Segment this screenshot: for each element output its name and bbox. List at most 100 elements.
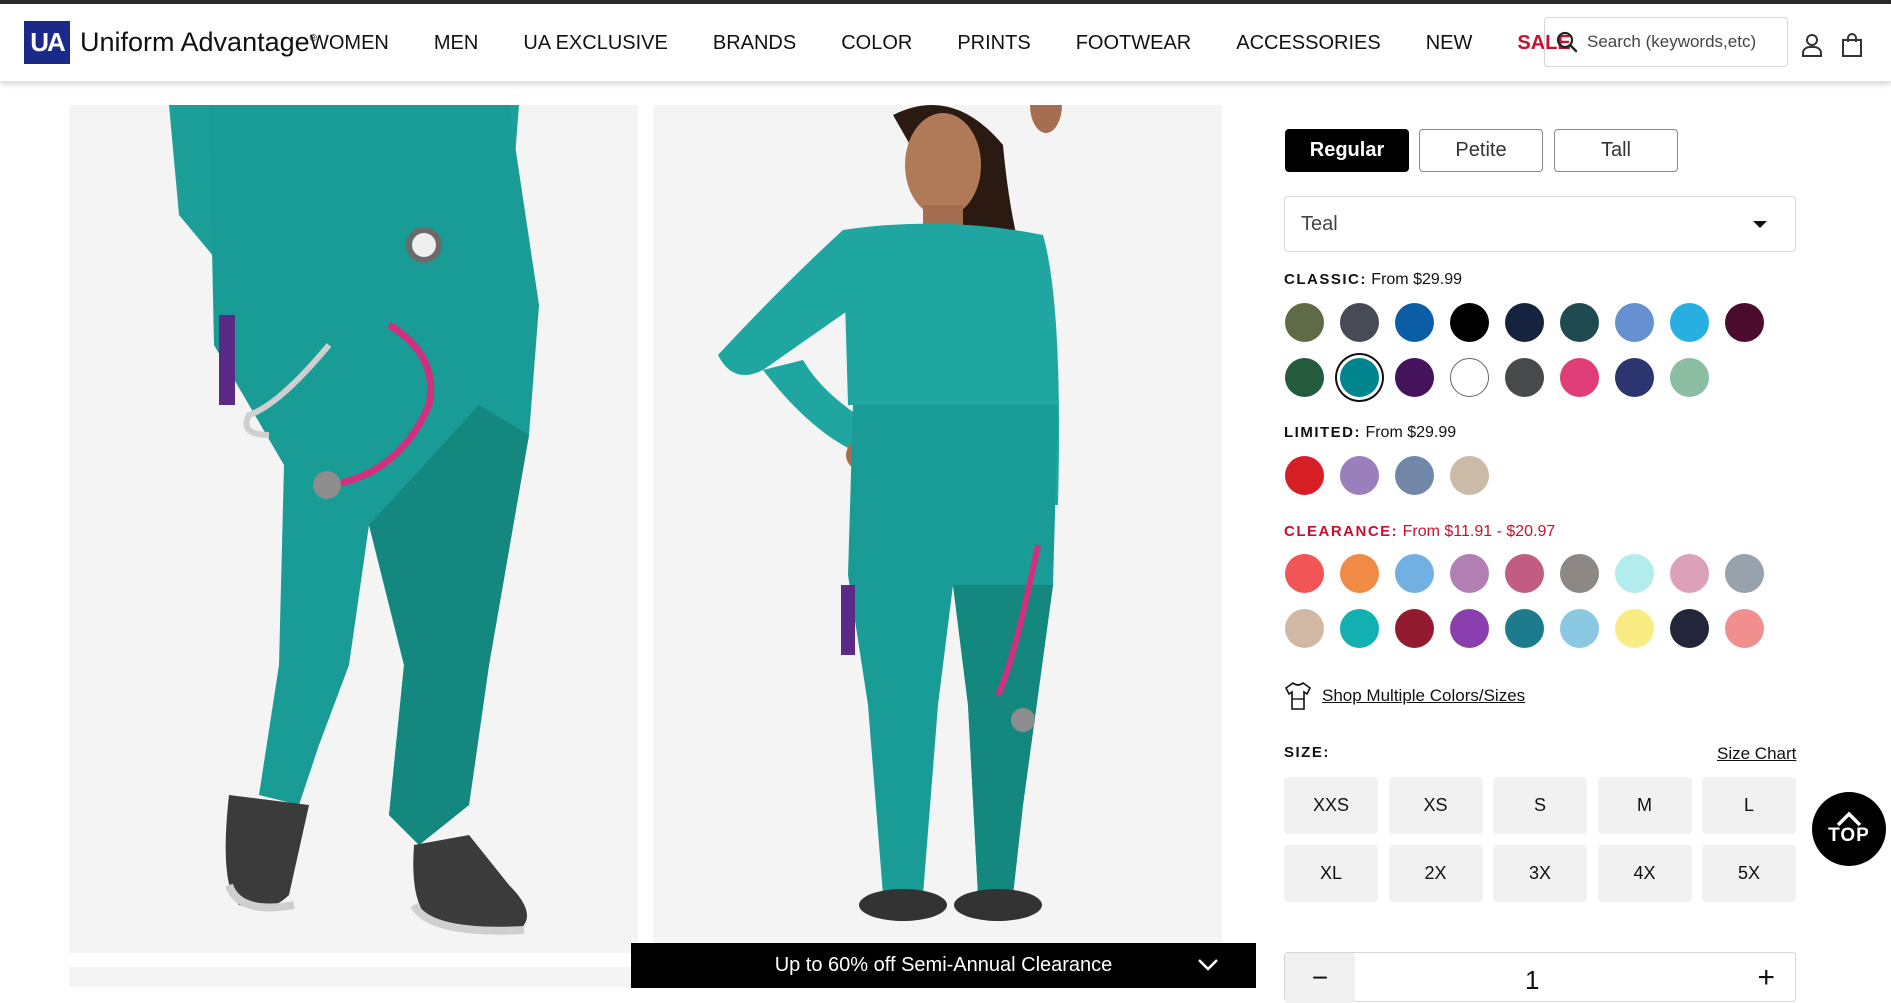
quantity-plus-button[interactable]: + [1757, 961, 1775, 995]
limited-label: LIMITED: From $29.99 [1284, 424, 1456, 442]
size-option-4x[interactable]: 4X [1597, 845, 1692, 902]
clearance-color-swatch[interactable] [1285, 609, 1324, 648]
size-options: XXS XS S M L XL 2X 3X 4X 5X [1284, 777, 1796, 902]
limited-color-swatch[interactable] [1285, 456, 1324, 495]
color-dropdown-value: Teal [1301, 212, 1338, 235]
clearance-color-swatch[interactable] [1560, 554, 1599, 593]
clearance-color-swatch[interactable] [1395, 609, 1434, 648]
quantity-minus-button[interactable]: − [1285, 953, 1355, 1003]
nav-item-brands[interactable]: BRANDS [713, 32, 796, 55]
classic-color-swatch[interactable] [1505, 303, 1544, 342]
clearance-price: From $11.91 - $20.97 [1402, 523, 1556, 540]
promo-text: Up to 60% off Semi-Annual Clearance [774, 954, 1113, 976]
shop-multiple-label: Shop Multiple Colors/Sizes [1322, 686, 1526, 705]
size-option-5x[interactable]: 5X [1702, 845, 1796, 902]
classic-color-swatch[interactable] [1615, 358, 1654, 397]
clearance-color-swatch[interactable] [1340, 609, 1379, 648]
chevron-down-icon[interactable] [1196, 955, 1220, 975]
nav-item-prints[interactable]: PRINTS [957, 32, 1030, 55]
product-image-full-body[interactable] [653, 105, 1222, 953]
user-icon[interactable] [1800, 32, 1824, 58]
size-option-xs[interactable]: XS [1388, 777, 1483, 834]
size-option-l[interactable]: L [1702, 777, 1796, 834]
nav-item-accessories[interactable]: ACCESSORIES [1236, 32, 1380, 55]
classic-color-swatch[interactable] [1560, 303, 1599, 342]
product-photo-model-graphic [653, 105, 1222, 953]
limited-color-swatch[interactable] [1450, 456, 1489, 495]
search-box[interactable] [1544, 17, 1788, 67]
classic-color-swatch[interactable] [1340, 303, 1379, 342]
product-photo-legs-graphic [69, 105, 638, 953]
size-option-xxs[interactable]: XXS [1284, 777, 1378, 834]
clearance-label: CLEARANCE: From $11.91 - $20.97 [1284, 523, 1555, 541]
clearance-color-swatch[interactable] [1615, 609, 1654, 648]
classic-color-swatch[interactable] [1450, 358, 1489, 397]
search-icon [1556, 31, 1578, 53]
classic-color-swatch[interactable] [1670, 358, 1709, 397]
caret-down-icon [1753, 221, 1767, 228]
nav-item-men[interactable]: MEN [434, 32, 478, 55]
classic-color-swatch[interactable] [1395, 358, 1434, 397]
clearance-color-swatch[interactable] [1285, 554, 1324, 593]
clearance-color-swatch[interactable] [1450, 609, 1489, 648]
product-image-3[interactable] [69, 967, 638, 987]
nav-item-footwear[interactable]: FOOTWEAR [1076, 32, 1192, 55]
nav-item-ua-exclusive[interactable]: UA EXCLUSIVE [523, 32, 668, 55]
logo-text: Uniform Advantage® [80, 27, 317, 58]
clearance-color-swatch[interactable] [1615, 554, 1654, 593]
size-option-m[interactable]: M [1597, 777, 1692, 834]
classic-color-swatch[interactable] [1285, 303, 1324, 342]
classic-swatches [1285, 303, 1764, 397]
classic-color-swatch[interactable] [1340, 358, 1379, 397]
clearance-color-swatch[interactable] [1450, 554, 1489, 593]
shopping-bag-icon[interactable] [1840, 32, 1864, 58]
clearance-color-swatch[interactable] [1505, 609, 1544, 648]
search-input[interactable] [1587, 32, 1782, 52]
limited-color-swatch[interactable] [1395, 456, 1434, 495]
classic-color-swatch[interactable] [1670, 303, 1709, 342]
clearance-color-swatch[interactable] [1725, 609, 1764, 648]
clearance-color-swatch[interactable] [1670, 609, 1709, 648]
clearance-color-swatch[interactable] [1670, 554, 1709, 593]
site-header: UA Uniform Advantage® WOMEN MEN UA EXCLUSI… [0, 4, 1891, 82]
limited-price: From $29.99 [1365, 424, 1457, 441]
nav-item-new[interactable]: NEW [1426, 32, 1473, 55]
nav-item-color[interactable]: COLOR [841, 32, 912, 55]
brand-name: Uniform Advantage [80, 27, 310, 57]
back-to-top-button[interactable]: TOP [1812, 792, 1886, 866]
quantity-stepper[interactable]: − 1 + [1284, 952, 1796, 1003]
main-nav: WOMEN MEN UA EXCLUSIVE BRANDS COLOR PRINTS FOO… [310, 4, 1616, 82]
classic-color-swatch[interactable] [1615, 303, 1654, 342]
classic-color-swatch[interactable] [1395, 303, 1434, 342]
clearance-color-swatch[interactable] [1340, 554, 1379, 593]
limited-color-swatch[interactable] [1340, 456, 1379, 495]
logo[interactable]: UA Uniform Advantage® [24, 21, 317, 64]
clearance-color-swatch[interactable] [1725, 554, 1764, 593]
shop-multiple-link[interactable]: Shop Multiple Colors/Sizes [1284, 681, 1525, 711]
classic-color-swatch[interactable] [1725, 303, 1764, 342]
limited-swatches [1285, 456, 1764, 495]
clearance-color-swatch[interactable] [1505, 554, 1544, 593]
nav-item-women[interactable]: WOMEN [310, 32, 389, 55]
fit-tall-button[interactable]: Tall [1554, 129, 1678, 172]
promo-banner[interactable]: Up to 60% off Semi-Annual Clearance [631, 943, 1256, 988]
size-option-3x[interactable]: 3X [1493, 845, 1587, 902]
fit-petite-button[interactable]: Petite [1419, 129, 1543, 172]
size-option-s[interactable]: S [1493, 777, 1587, 834]
classic-color-swatch[interactable] [1285, 358, 1324, 397]
size-option-2x[interactable]: 2X [1388, 845, 1483, 902]
back-to-top-label: TOP [1828, 825, 1870, 846]
classic-color-swatch[interactable] [1505, 358, 1544, 397]
clearance-label-title: CLEARANCE: [1284, 523, 1399, 540]
classic-color-swatch[interactable] [1450, 303, 1489, 342]
clearance-color-swatch[interactable] [1560, 609, 1599, 648]
size-option-xl[interactable]: XL [1284, 845, 1378, 902]
size-chart-link[interactable]: Size Chart [1717, 744, 1796, 764]
quantity-value[interactable]: 1 [1525, 965, 1539, 996]
classic-color-swatch[interactable] [1560, 358, 1599, 397]
fit-regular-button[interactable]: Regular [1285, 129, 1409, 172]
product-image-legs[interactable] [69, 105, 638, 953]
color-dropdown[interactable]: Teal [1284, 196, 1796, 252]
size-label: SIZE: [1284, 744, 1330, 761]
clearance-color-swatch[interactable] [1395, 554, 1434, 593]
